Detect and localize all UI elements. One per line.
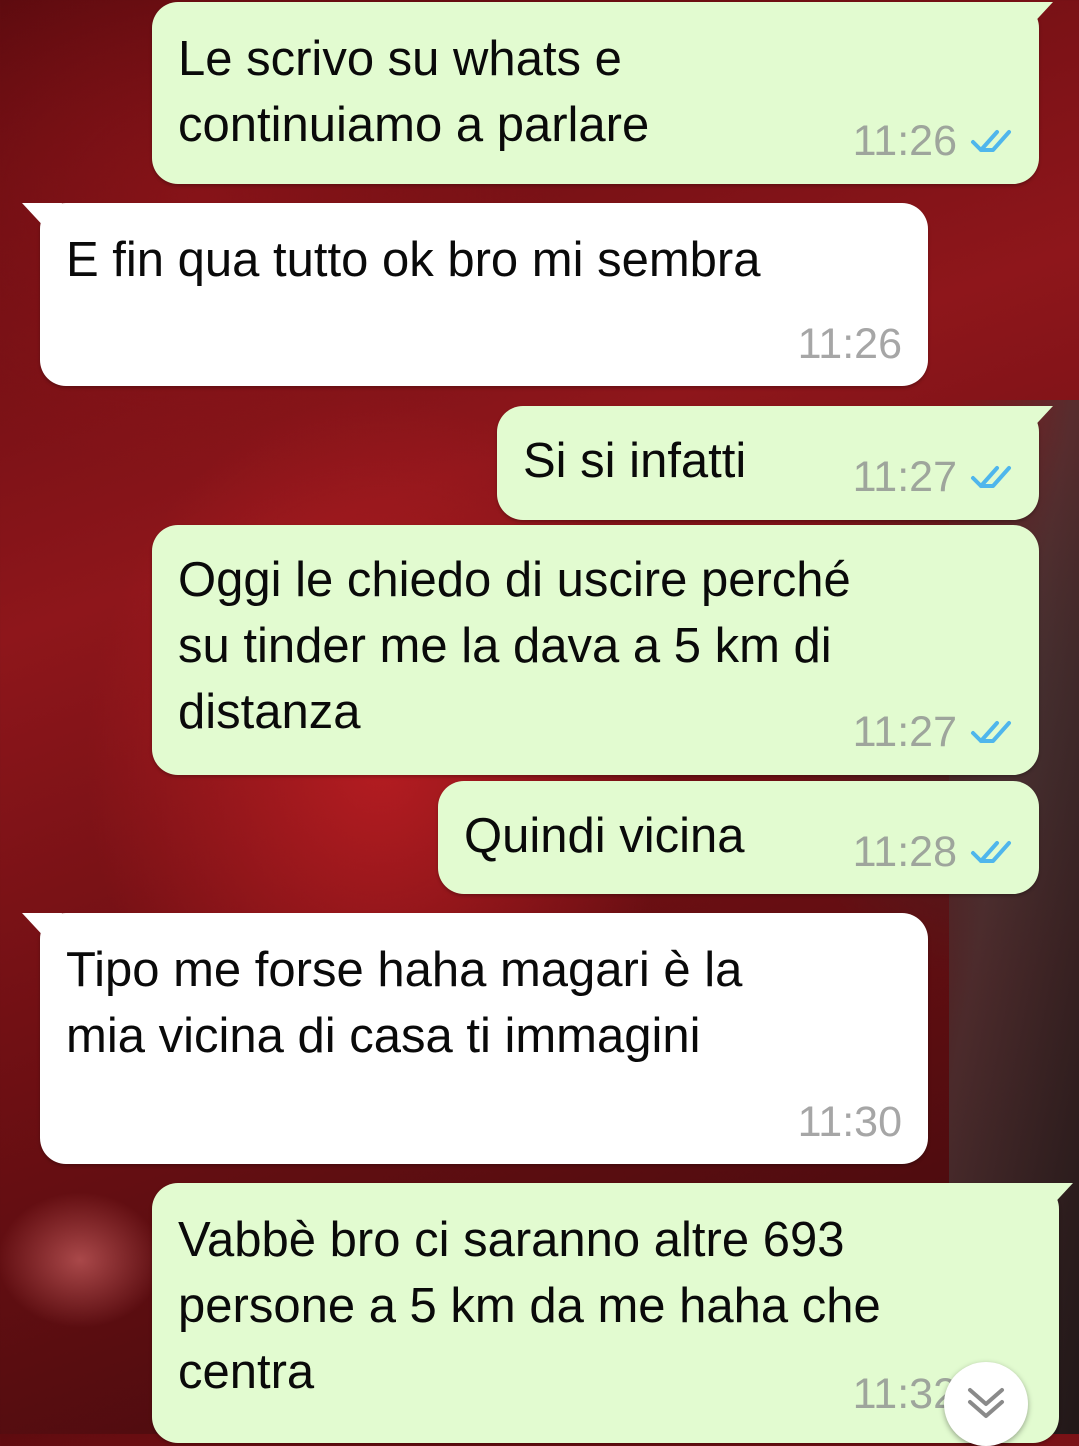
bubble-tail-icon — [22, 913, 62, 941]
message-text: Vabbè bro ci saranno altre 693 persone a… — [178, 1213, 881, 1399]
message-meta: 11:26 — [798, 319, 902, 369]
double-check-icon — [971, 841, 1011, 863]
message-text: E fin qua tutto ok bro mi sembra — [66, 233, 761, 287]
message-meta: 11:28 — [853, 827, 1013, 877]
message-time: 11:32 — [852, 1370, 957, 1418]
double-check-icon — [971, 721, 1011, 743]
message-text: Oggi le chiedo di uscire perché su tinde… — [178, 553, 851, 739]
message-time: 11:30 — [797, 1098, 902, 1146]
message-bubble-outgoing[interactable]: Oggi le chiedo di uscire perché su tinde… — [152, 525, 1039, 775]
chevron-down-icon — [968, 1388, 1004, 1418]
message-meta: 11:27 — [853, 707, 1013, 757]
message-time: 11:26 — [852, 117, 957, 165]
message-meta: 11:26 — [853, 116, 1013, 166]
message-bubble-outgoing[interactable]: Vabbè bro ci saranno altre 693 persone a… — [152, 1183, 1073, 1443]
message-meta: 11:27 — [853, 452, 1013, 502]
message-meta: 11:30 — [798, 1097, 902, 1147]
double-check-icon — [971, 130, 1011, 152]
message-bubble-outgoing[interactable]: Si si infatti 11:27 — [497, 406, 1053, 520]
message-bubble-outgoing[interactable]: Quindi vicina 11:28 — [438, 781, 1039, 894]
scroll-to-bottom-button[interactable] — [944, 1362, 1028, 1446]
message-time: 11:28 — [852, 828, 957, 876]
double-check-icon — [971, 466, 1011, 488]
message-text: Si si infatti — [523, 434, 747, 488]
message-text: Quindi vicina — [464, 809, 745, 863]
message-time: 11:27 — [852, 453, 957, 501]
message-time: 11:27 — [852, 708, 957, 756]
message-text: Tipo me forse haha magari è la mia vicin… — [66, 943, 743, 1063]
message-time: 11:26 — [797, 320, 902, 368]
bubble-tail-icon — [1013, 406, 1053, 434]
bubble-tail-icon — [1013, 2, 1053, 30]
message-bubble-incoming[interactable]: E fin qua tutto ok bro mi sembra 11:26 — [22, 203, 928, 386]
message-text: Le scrivo su whats e continuiamo a parla… — [178, 32, 650, 152]
bubble-tail-icon — [1033, 1183, 1073, 1211]
message-bubble-incoming[interactable]: Tipo me forse haha magari è la mia vicin… — [22, 913, 928, 1164]
message-bubble-outgoing[interactable]: Le scrivo su whats e continuiamo a parla… — [152, 2, 1053, 184]
bubble-tail-icon — [22, 203, 62, 231]
